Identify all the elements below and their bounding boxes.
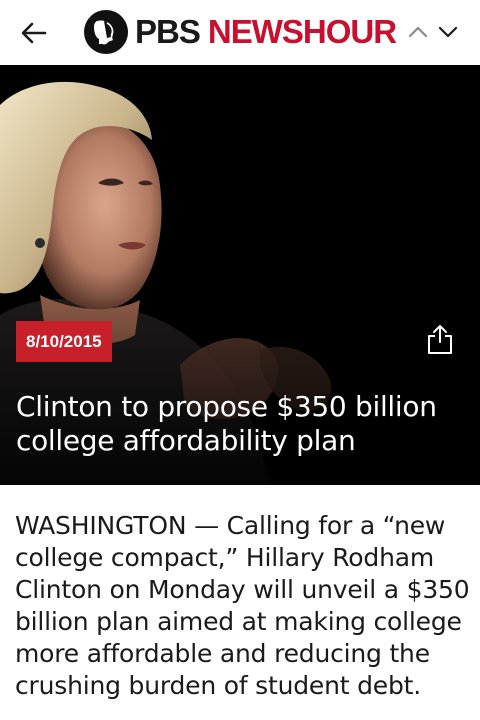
pbs-newshour-logo: PBS NEWSHOUR (83, 9, 397, 55)
logo-newshour-text: NEWSHOUR (207, 13, 397, 50)
previous-article-button[interactable] (404, 18, 432, 46)
logo-pbs-text: PBS (135, 13, 201, 50)
chevron-down-icon (438, 26, 458, 38)
share-button[interactable] (424, 321, 456, 357)
back-arrow-icon (21, 22, 47, 44)
share-icon (428, 325, 452, 354)
pbs-head-logo-icon (84, 10, 128, 54)
chevron-up-icon (408, 26, 428, 38)
hero-image: 8/10/2015 Clinton to propose $350 billio… (0, 65, 480, 485)
back-button[interactable] (14, 14, 54, 52)
article-body: WASHINGTON — Calling for a “new college … (15, 511, 470, 700)
date-badge: 8/10/2015 (16, 321, 112, 362)
app-header: PBS NEWSHOUR (0, 0, 480, 65)
next-article-button[interactable] (434, 18, 462, 46)
article-headline: Clinton to propose $350 billion college … (16, 390, 437, 457)
